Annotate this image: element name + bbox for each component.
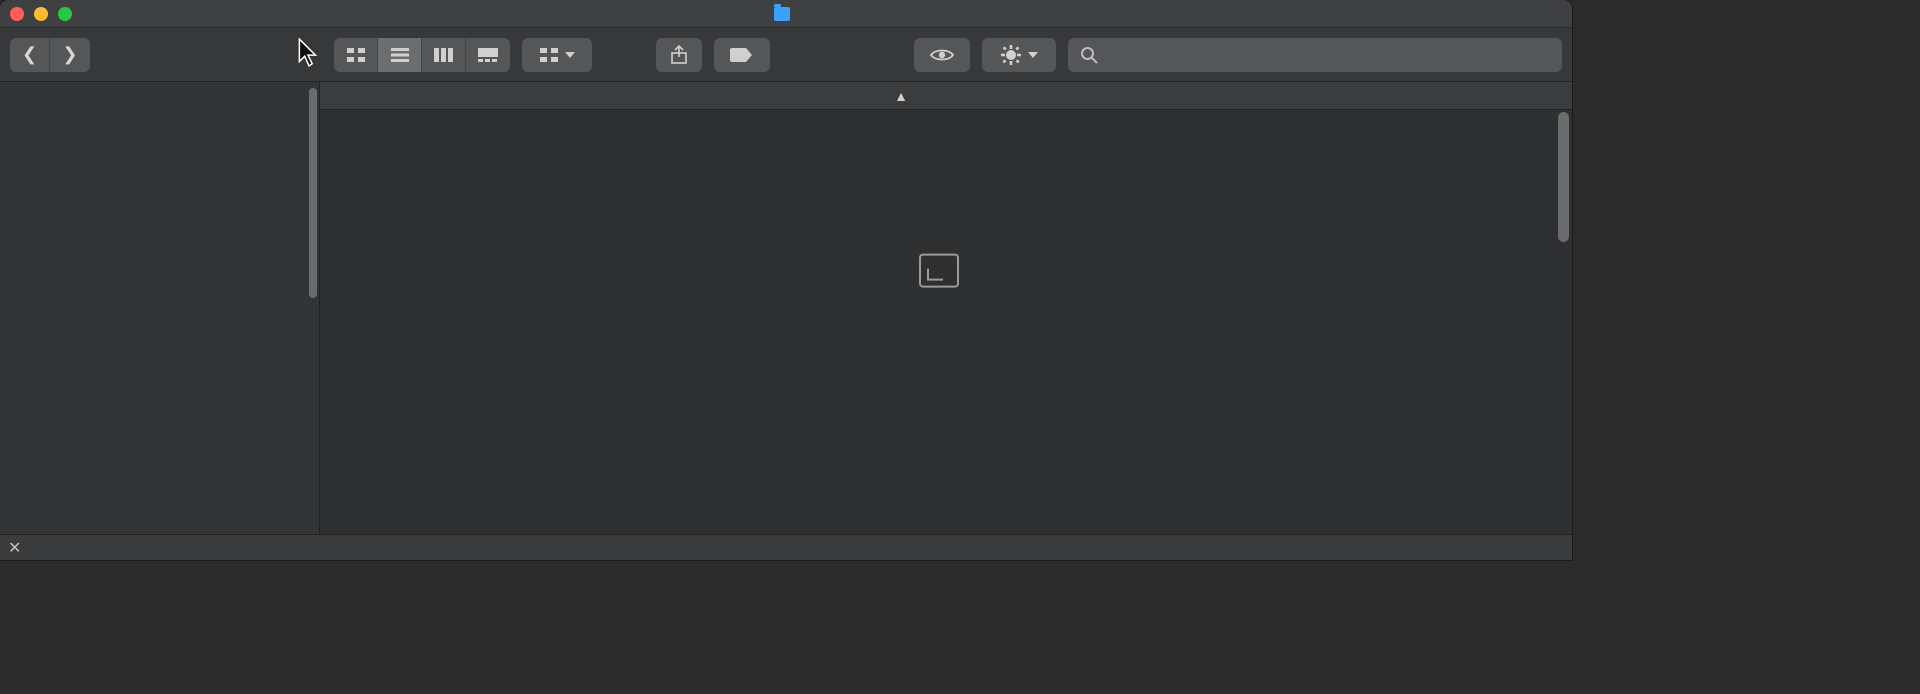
watermark — [919, 254, 973, 288]
group-by-button[interactable] — [522, 38, 592, 72]
column-header-name[interactable]: ▲ — [320, 88, 920, 104]
nav-back-forward: ❮ ❯ — [10, 38, 90, 72]
action-menu-button[interactable] — [982, 38, 1056, 72]
search-field[interactable] — [1068, 38, 1562, 72]
folder-icon — [774, 7, 790, 21]
chevron-down-icon — [565, 51, 575, 59]
gallery-view-button[interactable] — [466, 38, 510, 72]
path-bar-close-icon[interactable]: ✕ — [8, 538, 21, 558]
forward-button[interactable]: ❯ — [50, 38, 90, 72]
chevron-down-icon — [1028, 51, 1038, 59]
sort-ascending-icon: ▲ — [894, 88, 908, 104]
icon-view-button[interactable] — [334, 38, 378, 72]
search-input[interactable] — [1106, 44, 1550, 65]
view-mode-segmented — [334, 38, 510, 72]
watermark-logo-icon — [919, 254, 959, 288]
list-view-button[interactable] — [378, 38, 422, 72]
finder-window: ❮ ❯ — [0, 0, 1572, 560]
sidebar — [0, 82, 320, 534]
back-button[interactable]: ❮ — [10, 38, 50, 72]
window-title — [0, 7, 1572, 21]
titlebar — [0, 0, 1572, 28]
quicklook-button[interactable] — [914, 38, 970, 72]
sidebar-scrollbar[interactable] — [309, 88, 317, 298]
status-bar: ✕ — [0, 534, 1572, 560]
body: ▲ — [0, 82, 1572, 534]
column-headers: ▲ — [320, 82, 1572, 110]
list-scrollbar[interactable] — [1558, 112, 1569, 242]
toolbar: ❮ ❯ — [0, 28, 1572, 82]
search-icon — [1080, 46, 1098, 64]
file-list: ▲ — [320, 82, 1572, 534]
column-view-button[interactable] — [422, 38, 466, 72]
tags-button[interactable] — [714, 38, 770, 72]
share-button[interactable] — [656, 38, 702, 72]
